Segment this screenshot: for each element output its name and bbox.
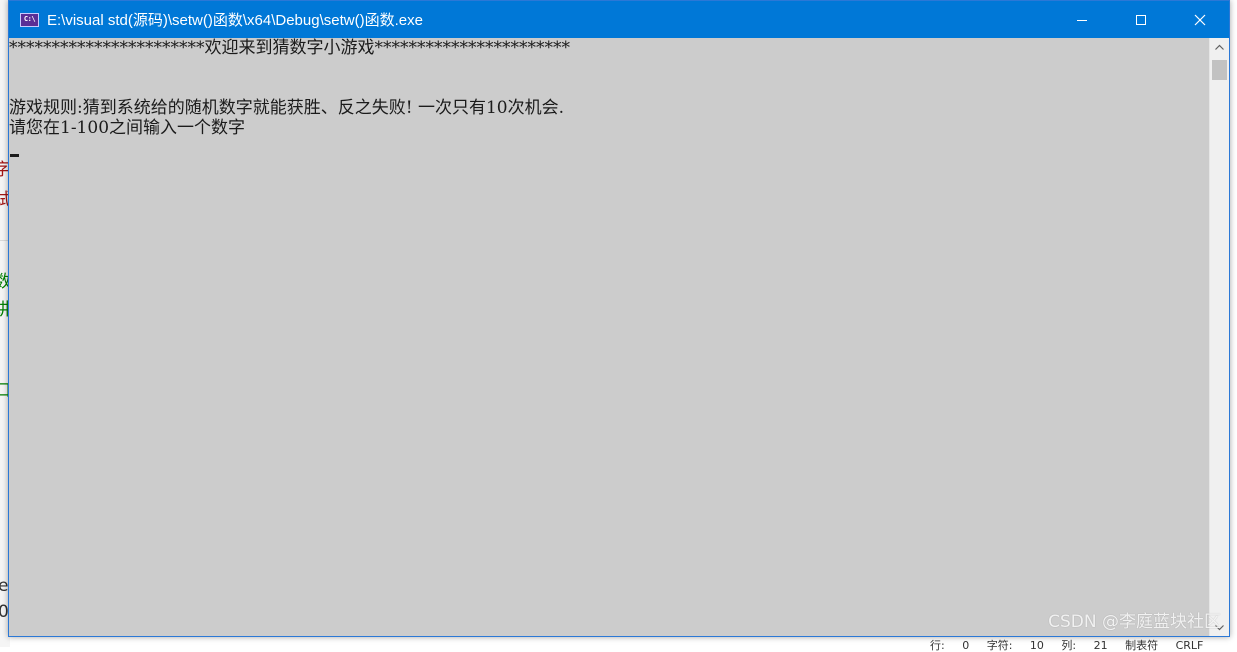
chevron-up-icon xyxy=(1215,44,1224,50)
scroll-up-button[interactable] xyxy=(1210,38,1229,55)
title-bar[interactable]: C:\ E:\visual std(源码)\setw()函数\x64\Debug… xyxy=(9,1,1229,38)
window-title: E:\visual std(源码)\setw()函数\x64\Debug\set… xyxy=(47,12,423,29)
close-icon xyxy=(1194,14,1205,25)
maximize-icon xyxy=(1135,14,1146,25)
console-line-prompt: 请您在1-100之间输入一个数字 xyxy=(9,118,246,138)
maximize-button[interactable] xyxy=(1111,1,1170,38)
console-line-rules: 游戏规则:猜到系统给的随机数字就能获胜、反之失败! 一次只有10次机会. xyxy=(9,98,564,118)
console-app-icon[interactable]: C:\ xyxy=(20,12,39,27)
console-output[interactable]: ***********************欢迎来到猜数字小游戏*******… xyxy=(9,38,1209,636)
vertical-scrollbar[interactable] xyxy=(1209,38,1229,636)
minimize-button[interactable] xyxy=(1052,1,1111,38)
console-line-banner: ***********************欢迎来到猜数字小游戏*******… xyxy=(9,38,570,58)
close-button[interactable] xyxy=(1170,1,1229,38)
caption-buttons xyxy=(1052,1,1229,38)
minimize-icon xyxy=(1076,19,1087,21)
watermark: CSDN @李庭蓝块社区 xyxy=(1048,612,1221,632)
app-icon-label: C:\ xyxy=(23,15,36,23)
background-status-bar: 行: 0 字符: 10 列: 21 制表符 CRLF xyxy=(930,639,1204,652)
scroll-thumb[interactable] xyxy=(1212,60,1227,80)
console-window[interactable]: C:\ E:\visual std(源码)\setw()函数\x64\Debug… xyxy=(8,0,1230,637)
text-cursor[interactable] xyxy=(10,154,19,157)
